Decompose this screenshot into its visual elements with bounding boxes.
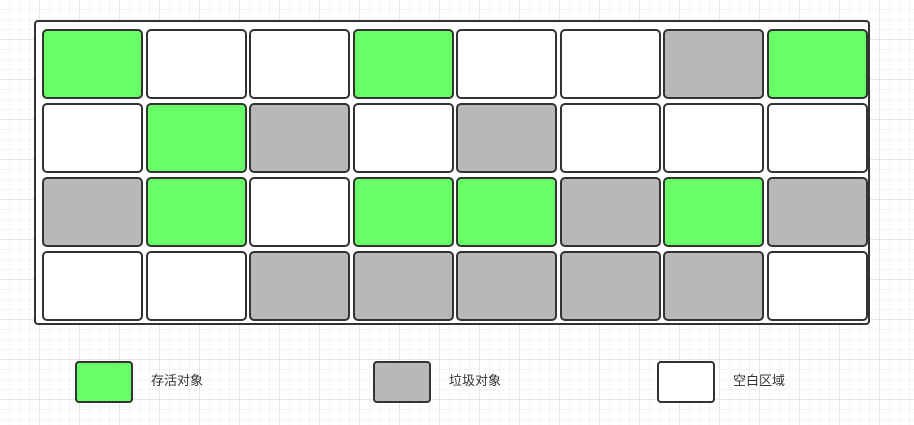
memory-block-empty [249,177,350,247]
memory-block-empty [559,29,661,99]
memory-block-garbage [456,251,557,321]
memory-block-garbage [766,177,868,247]
memory-block-live [352,29,454,99]
legend-swatch-garbage [373,361,431,403]
memory-block-empty [352,103,454,173]
legend-label-garbage: 垃圾对象 [449,374,502,389]
legend-swatch-empty [657,361,715,403]
memory-block-empty [42,251,143,321]
memory-block-garbage [559,251,661,321]
memory-block-garbage [456,103,557,173]
memory-block-live [42,29,143,99]
memory-block-garbage [559,177,661,247]
memory-block-empty [766,251,868,321]
memory-block-empty [42,103,143,173]
memory-block-garbage [249,251,350,321]
legend-label-live: 存活对象 [151,374,204,389]
memory-block-live [663,177,764,247]
memory-block-garbage [663,29,764,99]
memory-block-garbage [249,103,350,173]
memory-block-live [352,177,454,247]
memory-block-garbage [42,177,143,247]
memory-block-empty [559,103,661,173]
memory-block-live [145,103,247,173]
legend-label-empty: 空白区域 [733,374,786,389]
memory-block-garbage [663,251,764,321]
memory-grid [34,20,870,325]
memory-block-live [145,177,247,247]
legend-swatch-live [75,361,133,403]
memory-block-garbage [352,251,454,321]
memory-block-empty [249,29,350,99]
memory-block-live [766,29,868,99]
memory-block-empty [663,103,764,173]
memory-block-empty [766,103,868,173]
memory-block-empty [456,29,557,99]
memory-block-empty [145,29,247,99]
memory-block-live [456,177,557,247]
memory-block-empty [145,251,247,321]
